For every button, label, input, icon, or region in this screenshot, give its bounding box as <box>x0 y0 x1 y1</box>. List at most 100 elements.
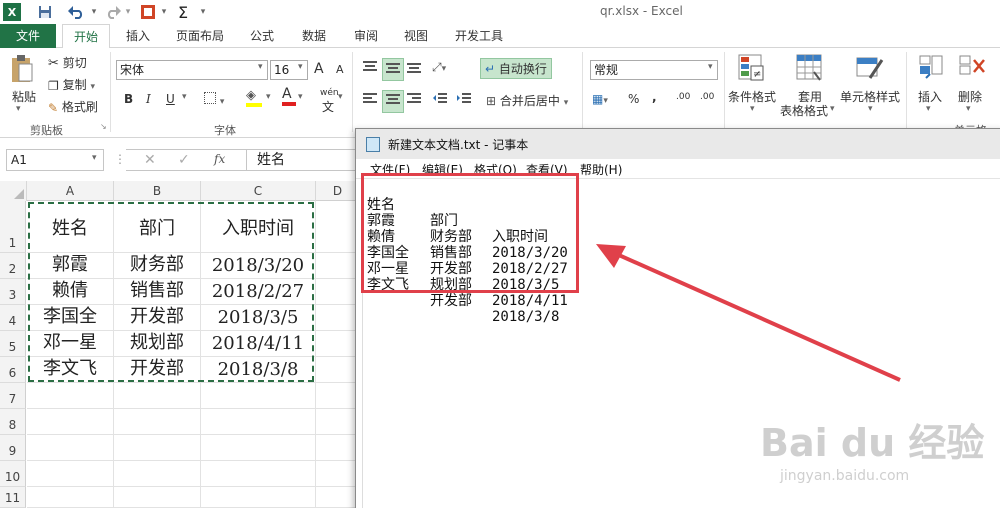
cell-a11[interactable] <box>27 487 114 508</box>
row-header-3[interactable]: 3 <box>0 279 26 305</box>
insert-cells-icon[interactable] <box>918 54 944 85</box>
cell-c3[interactable]: 2018/2/27 <box>201 279 316 305</box>
insert-cells-dropdown-icon[interactable]: ▾ <box>926 104 931 114</box>
comma-button[interactable]: , <box>652 90 657 104</box>
underline-button[interactable]: U <box>166 92 175 106</box>
row-header-11[interactable]: 11 <box>0 487 26 508</box>
redo-icon[interactable] <box>104 3 124 21</box>
cell-b7[interactable] <box>114 383 201 409</box>
notepad-title-bar[interactable]: 新建文本文档.txt - 记事本 <box>356 129 1000 159</box>
delete-cells-button[interactable]: 删除 <box>958 88 982 105</box>
cell-d2[interactable] <box>316 253 360 279</box>
tab-review[interactable]: 审阅 <box>344 24 388 48</box>
name-box[interactable]: A1 <box>6 149 104 171</box>
cell-d8[interactable] <box>316 409 360 435</box>
enter-icon[interactable]: ✓ <box>178 152 190 168</box>
insert-function-icon[interactable]: fx <box>214 152 225 166</box>
cell-c7[interactable] <box>201 383 316 409</box>
decrease-indent-icon[interactable] <box>432 92 448 109</box>
cell-a1[interactable]: 姓名 <box>27 201 114 253</box>
row-header-2[interactable]: 2 <box>0 253 26 279</box>
align-bottom-icon[interactable] <box>406 60 422 77</box>
row-header-6[interactable]: 6 <box>0 357 26 383</box>
decrease-decimal-button[interactable]: .00 <box>700 92 714 102</box>
phonetic-button[interactable]: wén <box>320 88 339 98</box>
wrap-text-button[interactable]: ↵ 自动换行 <box>480 58 552 79</box>
format-as-table-icon[interactable] <box>796 54 822 85</box>
fill-color-dropdown-icon[interactable]: ▾ <box>266 92 271 102</box>
align-middle-icon[interactable] <box>382 58 404 81</box>
paste-button[interactable]: 粘贴 <box>12 88 36 105</box>
tab-view[interactable]: 视图 <box>394 24 438 48</box>
row-header-7[interactable]: 7 <box>0 383 26 409</box>
column-header-d[interactable]: D <box>316 181 360 201</box>
column-header-c[interactable]: C <box>201 181 316 201</box>
cell-styles-button[interactable]: 单元格样式 <box>840 88 900 105</box>
tab-file[interactable]: 文件 <box>0 24 56 48</box>
merge-center-button[interactable]: ⊞ 合并后居中 ▾ <box>486 92 568 109</box>
conditional-format-icon[interactable]: ≠ <box>738 54 764 85</box>
number-format-dropdown-icon[interactable]: ▾ <box>708 62 713 72</box>
cell-c8[interactable] <box>201 409 316 435</box>
clipboard-launcher-icon[interactable]: ↘ <box>100 122 107 131</box>
conditional-format-button[interactable]: 条件格式 <box>728 88 776 105</box>
cell-a9[interactable] <box>27 435 114 461</box>
cell-c6[interactable]: 2018/3/8 <box>201 357 316 383</box>
cell-styles-icon[interactable] <box>856 54 884 85</box>
align-left-icon[interactable] <box>362 92 378 109</box>
increase-decimal-button[interactable]: .00 <box>676 92 690 102</box>
cell-d1[interactable] <box>316 201 360 253</box>
align-center-icon[interactable] <box>382 90 404 113</box>
tab-page-layout[interactable]: 页面布局 <box>168 24 232 48</box>
cell-a8[interactable] <box>27 409 114 435</box>
cell-c11[interactable] <box>201 487 316 508</box>
tab-home[interactable]: 开始 <box>62 24 110 49</box>
format-painter-button[interactable]: ✎ 格式刷 <box>48 98 98 115</box>
row-header-5[interactable]: 5 <box>0 331 26 357</box>
cell-c4[interactable]: 2018/3/5 <box>201 305 316 331</box>
grow-font-button[interactable]: A <box>314 61 324 77</box>
italic-button[interactable]: I <box>146 92 151 106</box>
cell-b8[interactable] <box>114 409 201 435</box>
name-box-dropdown-icon[interactable]: ▾ <box>92 153 97 163</box>
cell-d7[interactable] <box>316 383 360 409</box>
cell-c9[interactable] <box>201 435 316 461</box>
row-header-10[interactable]: 10 <box>0 461 26 487</box>
cell-d4[interactable] <box>316 305 360 331</box>
tab-insert[interactable]: 插入 <box>114 24 162 48</box>
cell-d11[interactable] <box>316 487 360 508</box>
cell-styles-dropdown-icon[interactable]: ▾ <box>868 104 873 114</box>
font-color-button[interactable]: A <box>282 86 296 106</box>
cell-c1[interactable]: 入职时间 <box>201 201 316 253</box>
number-format-box[interactable]: 常规 <box>590 60 718 80</box>
paste-dropdown-icon[interactable]: ▾ <box>16 104 21 114</box>
cell-d5[interactable] <box>316 331 360 357</box>
menu-file[interactable]: 文件(F) <box>370 161 410 178</box>
format-as-table-dropdown-icon[interactable]: ▾ <box>830 104 835 114</box>
row-header-8[interactable]: 8 <box>0 409 26 435</box>
undo-icon[interactable] <box>64 3 88 21</box>
cell-b10[interactable] <box>114 461 201 487</box>
cell-c10[interactable] <box>201 461 316 487</box>
cell-b11[interactable] <box>114 487 201 508</box>
orientation-icon[interactable]: ⤢▾ <box>432 60 446 75</box>
row-header-9[interactable]: 9 <box>0 435 26 461</box>
menu-help[interactable]: 帮助(H) <box>580 161 622 178</box>
cell-d3[interactable] <box>316 279 360 305</box>
select-all-corner[interactable] <box>0 181 27 201</box>
tab-data[interactable]: 数据 <box>292 24 336 48</box>
cell-c2[interactable]: 2018/3/20 <box>201 253 316 279</box>
column-header-a[interactable]: A <box>27 181 114 201</box>
cancel-icon[interactable]: ✕ <box>144 152 156 168</box>
fill-color-button[interactable]: ◈ <box>246 88 262 107</box>
paste-icon[interactable] <box>10 54 34 87</box>
cell-a6[interactable]: 李文飞 <box>27 357 114 383</box>
menu-edit[interactable]: 编辑(E) <box>422 161 463 178</box>
percent-button[interactable]: % <box>628 92 639 106</box>
menu-format[interactable]: 格式(O) <box>474 161 517 178</box>
conditional-format-dropdown-icon[interactable]: ▾ <box>750 104 755 114</box>
customize-toolbar-icon[interactable]: ▾ <box>198 3 208 21</box>
font-size-dropdown-icon[interactable]: ▾ <box>298 62 303 72</box>
insert-cells-button[interactable]: 插入 <box>918 88 942 105</box>
font-color-dropdown-icon[interactable]: ▾ <box>298 92 303 102</box>
